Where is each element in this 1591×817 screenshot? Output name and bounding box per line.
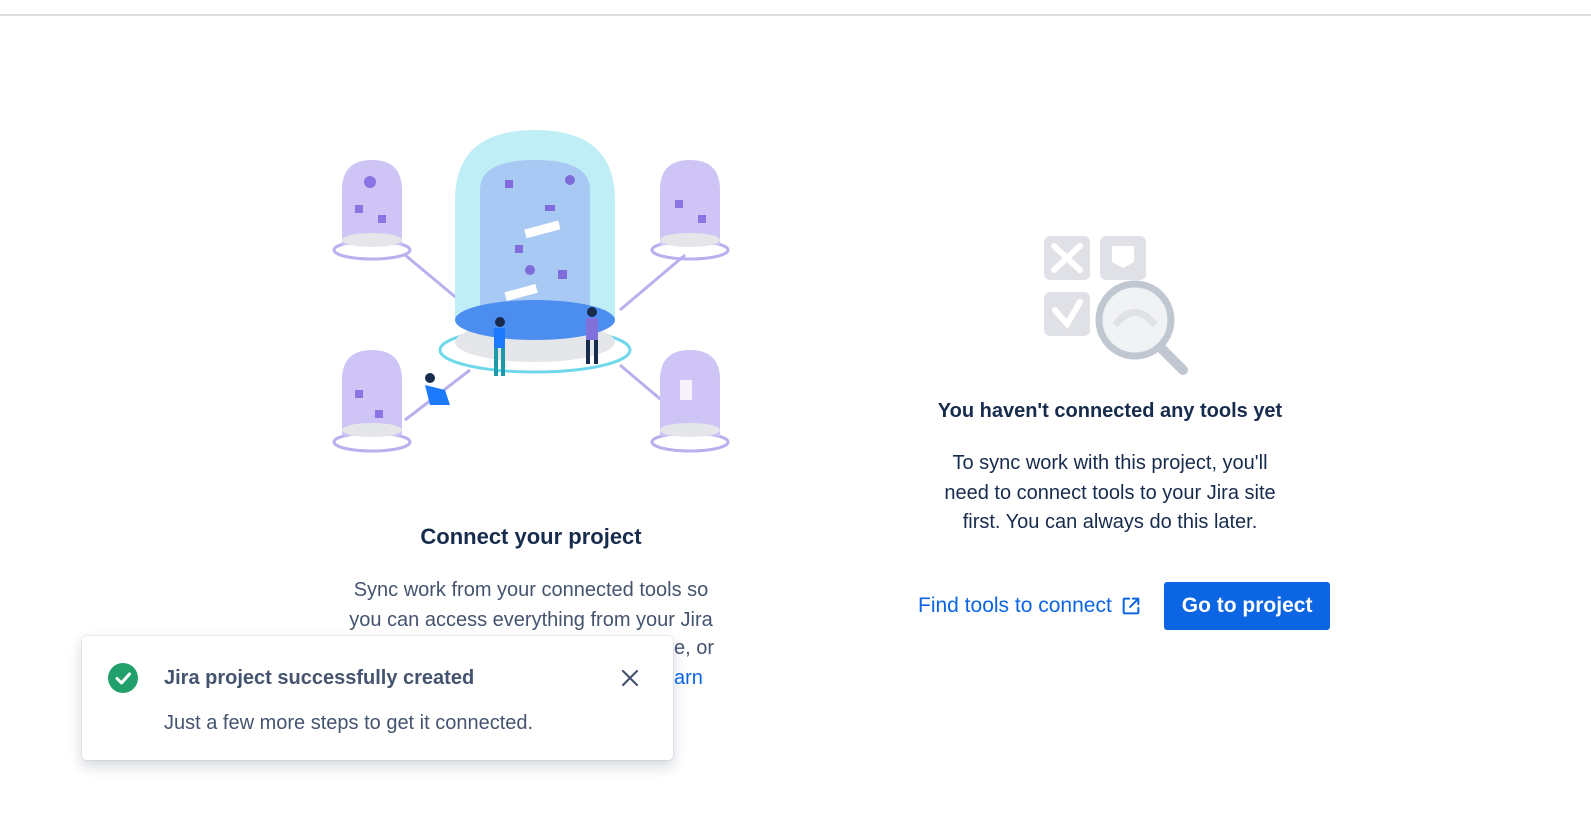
connect-project-description: Sync work from your connected tools so y… <box>340 576 722 635</box>
connect-project-description-tail: e, or <box>674 637 715 659</box>
find-tools-label: Find tools to connect <box>918 594 1112 617</box>
no-tools-description: To sync work with this project, you'll n… <box>944 452 1276 533</box>
top-divider <box>0 14 1591 16</box>
external-link-icon <box>1122 597 1140 615</box>
toast-title: Jira project successfully created <box>164 667 475 689</box>
connect-tools-illustration <box>332 130 730 453</box>
no-tools-title: You haven't connected any tools yet <box>937 400 1283 422</box>
toast-close-button[interactable] <box>618 666 642 690</box>
actions-row: Find tools to connect Go to project <box>900 582 1340 630</box>
toast-body: Just a few more steps to get it connecte… <box>164 712 534 734</box>
find-tools-link[interactable]: Find tools to connect <box>918 594 1142 618</box>
success-check-icon <box>108 663 138 693</box>
close-icon <box>621 669 639 687</box>
connect-project-title: Connect your project <box>420 524 642 549</box>
go-to-project-button[interactable]: Go to project <box>1163 582 1331 630</box>
success-toast: Jira project successfully created Just a… <box>82 636 673 760</box>
search-tools-icon <box>1044 236 1188 375</box>
connect-project-description-text: Sync work from your connected tools so y… <box>349 579 713 631</box>
learn-more-link[interactable]: arn <box>674 667 703 690</box>
